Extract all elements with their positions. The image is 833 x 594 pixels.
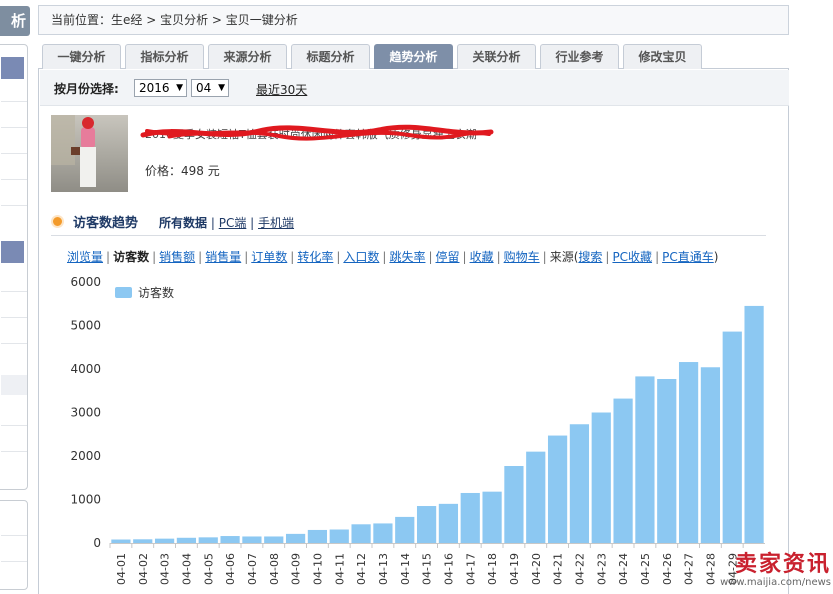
- bar: [482, 491, 502, 543]
- bar: [591, 412, 611, 543]
- x-tick-label: 04-16: [442, 553, 455, 585]
- x-tick-label: 04-17: [464, 553, 477, 585]
- bar: [460, 492, 480, 543]
- x-tick-label: 04-15: [421, 553, 434, 585]
- bar: [154, 538, 175, 543]
- bar: [111, 539, 131, 543]
- bar: [678, 362, 699, 543]
- bar: [613, 398, 633, 543]
- legend-swatch: [115, 287, 132, 298]
- bar: [198, 537, 218, 543]
- x-tick-label: 04-08: [268, 553, 281, 585]
- x-tick-label: 04-28: [704, 553, 717, 585]
- y-tick-label: 4000: [70, 362, 101, 376]
- bar: [438, 503, 459, 543]
- bar: [242, 536, 262, 543]
- watermark: 卖家资讯 www.maijia.com/news: [720, 552, 831, 589]
- x-tick-label: 04-18: [486, 553, 499, 585]
- x-tick-label: 04-06: [224, 553, 237, 585]
- bar: [307, 529, 328, 543]
- x-tick-label: 04-03: [159, 553, 172, 585]
- x-tick-label: 04-23: [595, 553, 608, 585]
- y-tick-label: 1000: [70, 493, 101, 507]
- bar: [526, 451, 546, 543]
- bar: [635, 376, 655, 543]
- legend-label: 访客数: [138, 285, 174, 300]
- watermark-url: www.maijia.com/news: [720, 577, 831, 588]
- bar: [504, 466, 524, 543]
- bar: [744, 305, 764, 543]
- y-tick-label: 0: [93, 536, 101, 550]
- bar: [285, 533, 306, 543]
- bar: [133, 539, 153, 543]
- y-tick-label: 5000: [70, 319, 101, 333]
- x-tick-label: 04-04: [180, 553, 193, 585]
- bar: [657, 379, 677, 543]
- bar: [700, 367, 721, 543]
- visitor-trend-chart: 0 1000 2000 3000 4000 5000 6000 04-01 04-02 04-03…: [70, 275, 765, 585]
- bar: [373, 523, 393, 543]
- x-tick-label: 04-26: [661, 553, 674, 585]
- x-tick-label: 04-12: [355, 553, 368, 585]
- x-tick-label: 04-01: [115, 553, 128, 585]
- y-tick-label: 6000: [70, 275, 101, 289]
- x-tick-label: 04-22: [573, 553, 586, 585]
- bar: [351, 524, 371, 543]
- bar: [547, 435, 568, 543]
- x-tick-label: 04-20: [530, 553, 543, 585]
- bar: [176, 537, 197, 543]
- x-tick-label: 04-25: [639, 553, 652, 585]
- x-tick-label: 04-13: [377, 553, 390, 585]
- bar: [220, 536, 240, 543]
- x-tick-label: 04-05: [202, 553, 215, 585]
- bar: [416, 506, 437, 543]
- x-tick-label: 04-02: [137, 553, 150, 585]
- x-tick-label: 04-10: [311, 553, 324, 585]
- watermark-logo-text: 卖家资讯: [734, 552, 831, 577]
- x-tick-label: 04-11: [333, 553, 346, 585]
- bar: [264, 536, 284, 543]
- bar: [395, 516, 415, 543]
- x-tick-label: 04-21: [552, 553, 565, 585]
- x-tick-label: 04-19: [508, 553, 521, 585]
- x-tick-label: 04-27: [683, 553, 696, 585]
- x-tick-label: 04-07: [246, 553, 259, 585]
- x-tick-label: 04-14: [399, 553, 412, 585]
- y-tick-label: 2000: [70, 449, 101, 463]
- x-tick-label: 04-24: [617, 553, 630, 585]
- x-tick-label: 04-09: [290, 553, 303, 585]
- bar: [329, 529, 349, 543]
- y-tick-label: 3000: [70, 406, 101, 420]
- bar: [569, 424, 590, 543]
- bar: [722, 331, 742, 543]
